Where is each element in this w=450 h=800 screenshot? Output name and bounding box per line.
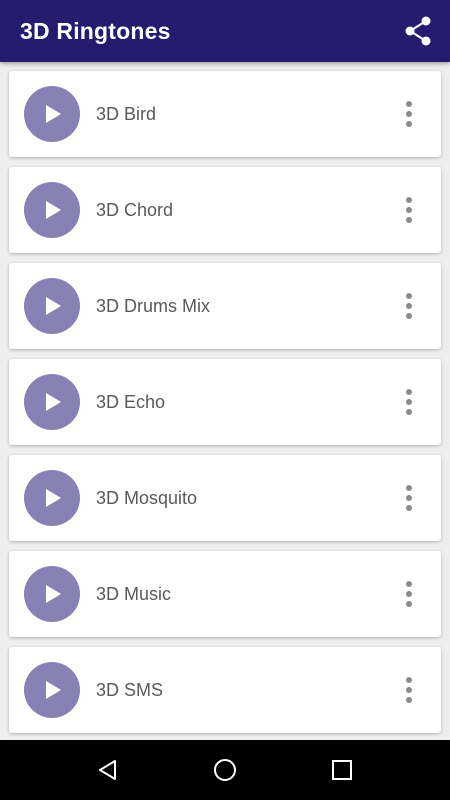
app-title: 3D Ringtones: [20, 17, 171, 44]
nav-back-button[interactable]: [84, 746, 132, 794]
ringtone-label: 3D SMS: [96, 679, 164, 700]
ringtone-label: 3D Drums Mix: [96, 295, 211, 316]
play-icon: [46, 105, 61, 123]
play-button[interactable]: [24, 86, 80, 142]
back-icon: [99, 760, 117, 780]
more-vertical-icon: [406, 293, 412, 319]
ringtone-label: 3D Music: [96, 583, 172, 604]
more-options-button[interactable]: [389, 86, 429, 142]
ringtone-list: 3D Bird 3D Chord 3D Drums Mix 3D Echo 3D…: [0, 62, 450, 740]
more-options-button[interactable]: [389, 662, 429, 718]
recents-icon: [331, 760, 352, 780]
play-icon: [46, 393, 61, 411]
ringtone-label: 3D Bird: [96, 103, 157, 124]
more-options-button[interactable]: [389, 182, 429, 238]
more-options-button[interactable]: [389, 374, 429, 430]
more-vertical-icon: [406, 677, 412, 703]
share-button[interactable]: [402, 15, 434, 47]
play-icon: [46, 681, 61, 699]
play-button[interactable]: [24, 278, 80, 334]
home-icon: [213, 759, 236, 781]
play-button[interactable]: [24, 662, 80, 718]
nav-recents-button[interactable]: [318, 746, 366, 794]
ringtone-item[interactable]: 3D Music: [9, 551, 441, 637]
ringtone-label: 3D Echo: [96, 391, 166, 412]
app-bar: 3D Ringtones: [0, 0, 450, 62]
play-button[interactable]: [24, 374, 80, 430]
more-options-button[interactable]: [389, 566, 429, 622]
system-nav-bar: [0, 740, 450, 800]
ringtone-item[interactable]: 3D Chord: [9, 167, 441, 253]
nav-home-button[interactable]: [201, 746, 249, 794]
play-icon: [46, 585, 61, 603]
share-icon: [405, 16, 431, 46]
ringtone-item[interactable]: 3D Mosquito: [9, 455, 441, 541]
play-button[interactable]: [24, 182, 80, 238]
play-icon: [46, 201, 61, 219]
more-vertical-icon: [406, 485, 412, 511]
more-vertical-icon: [406, 101, 412, 127]
play-icon: [46, 489, 61, 507]
ringtone-label: 3D Mosquito: [96, 487, 198, 508]
play-icon: [46, 297, 61, 315]
more-vertical-icon: [406, 389, 412, 415]
ringtone-item[interactable]: 3D Drums Mix: [9, 263, 441, 349]
play-button[interactable]: [24, 470, 80, 526]
more-vertical-icon: [406, 197, 412, 223]
ringtone-item[interactable]: 3D Echo: [9, 359, 441, 445]
ringtone-item[interactable]: 3D SMS: [9, 647, 441, 733]
ringtone-item[interactable]: 3D Bird: [9, 71, 441, 157]
more-vertical-icon: [406, 581, 412, 607]
ringtone-label: 3D Chord: [96, 199, 174, 220]
play-button[interactable]: [24, 566, 80, 622]
more-options-button[interactable]: [389, 278, 429, 334]
more-options-button[interactable]: [389, 470, 429, 526]
